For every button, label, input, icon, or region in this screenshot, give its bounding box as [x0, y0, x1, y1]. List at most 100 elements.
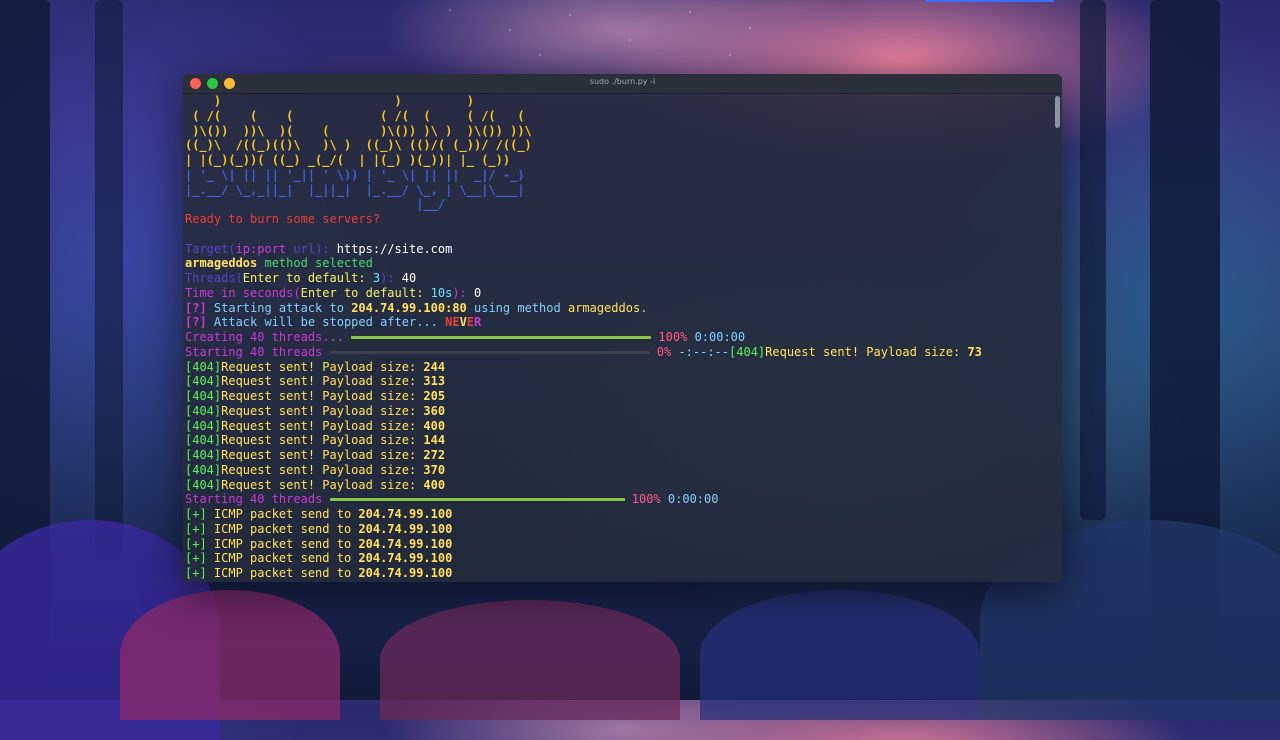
starting-attack-line: [?] Starting attack to 204.74.99.100:80 … [185, 301, 1052, 316]
foliage [700, 590, 980, 720]
icmp-target: 204.74.99.100 [358, 536, 453, 551]
payload-size: 272 [423, 448, 446, 462]
status-text: . [640, 300, 648, 315]
method-line: armageddos method selected [185, 256, 1052, 271]
response-message: Request sent! Payload size: [221, 374, 424, 389]
prompt-label: Threads( [185, 271, 243, 285]
stop-line: [?] Attack will be stopped after... NEVE… [185, 315, 1052, 330]
status-tag: [?] [185, 300, 207, 315]
payload-size: 400 [423, 418, 446, 433]
never-text: R [474, 315, 482, 330]
request-line: [404]Request sent! Payload size: 360 [185, 404, 1052, 419]
status-tag: [+] [185, 536, 207, 551]
request-line: [404]Request sent! Payload size: 370 [185, 463, 1052, 478]
request-line: [404]Request sent! Payload size: 144 [185, 433, 1052, 448]
icmp-line: [+] ICMP packet send to 204.74.99.100 [185, 566, 1052, 581]
response-message: Request sent! Payload size: [221, 462, 424, 477]
response-message: Request sent! Payload size: [221, 477, 424, 492]
prompt-hint: Enter to default: [300, 285, 431, 300]
attack-method: armageddos [567, 300, 641, 315]
ascii-art-line: | '_ \| || || '_|| ' \)) | '_ \| || || _… [185, 167, 525, 182]
time-prompt: Time in seconds(Enter to default: 10s): … [185, 286, 1052, 301]
wallpaper-stars [430, 0, 790, 70]
progress-percent: 100% [658, 330, 688, 344]
response-message: Request sent! Payload size: [221, 433, 424, 448]
progress-bar [329, 350, 650, 354]
icmp-line: [+] ICMP packet send to 204.74.99.100 [185, 537, 1052, 552]
ascii-art-line: |__/ [185, 197, 446, 212]
tree-trunk [1080, 0, 1106, 520]
prompt-hint: ip:port [235, 241, 287, 256]
ascii-art-line: )\()) ))\ )( ( )\()) )\ ) )\()) ))\ [185, 123, 532, 138]
payload-size: 144 [423, 433, 446, 448]
scrollbar-thumb[interactable] [1055, 96, 1060, 128]
icmp-line: [+] ICMP packet send to 204.74.99.100 [185, 507, 1052, 522]
never-text: V [459, 315, 467, 330]
request-line: [404]Request sent! Payload size: 400 [185, 478, 1052, 493]
target-value: https://site.com [336, 241, 453, 256]
progress-bar [351, 336, 652, 339]
icmp-target: 204.74.99.100 [358, 521, 453, 536]
icmp-target: 204.74.99.100 [358, 507, 453, 521]
icmp-message: ICMP packet send to [206, 521, 359, 536]
status-text: Attack will be stopped after... [206, 315, 446, 330]
threads-prompt: Threads(Enter to default: 3): 40 [185, 271, 1052, 286]
status-tag: [+] [185, 566, 207, 580]
response-tag: [404] [185, 462, 222, 477]
top-accent-line [926, 0, 1054, 2]
response-message: Request sent! Payload size: [221, 448, 424, 462]
request-line: [404]Request sent! Payload size: 272 [185, 448, 1052, 463]
response-tag: [404] [185, 448, 222, 462]
target-prompt: Target(ip:port url): https://site.com [185, 242, 1052, 257]
never-text: E [466, 315, 475, 330]
status-tag: [?] [185, 315, 207, 330]
payload-size: 370 [423, 462, 446, 477]
terminal-window[interactable]: sudo ./burn.py -i ) ) ) ( /( ( ( ( /( ( … [183, 74, 1062, 582]
prompt-label: Time in seconds( [185, 285, 301, 300]
icmp-message: ICMP packet send to [206, 507, 359, 521]
progress-label: Starting 40 threads [185, 492, 323, 507]
prompt-hint: url [286, 241, 316, 256]
response-message: Request sent! Payload size: [765, 344, 968, 359]
prompt-label: ): [380, 271, 402, 285]
response-tag: [404] [729, 344, 766, 359]
response-tag: [404] [185, 433, 222, 448]
status-tag: [+] [185, 507, 207, 521]
response-tag: [404] [185, 403, 222, 418]
progress-label: Starting 40 threads [185, 344, 323, 359]
response-tag: [404] [185, 359, 222, 374]
response-tag: [404] [185, 477, 222, 492]
foliage [380, 600, 680, 720]
terminal-output[interactable]: ) ) ) ( /( ( ( ( /( ( ( /( ( )\()) ))\ )… [185, 94, 1052, 582]
payload-size: 205 [423, 389, 446, 403]
method-suffix: method selected [257, 256, 373, 271]
payload-size: 244 [423, 359, 446, 374]
attack-target: 204.74.99.100:80 [351, 300, 467, 315]
response-message: Request sent! Payload size: [221, 418, 424, 433]
icmp-target: 204.74.99.100 [358, 551, 453, 566]
progress-percent: 100% [631, 492, 661, 507]
method-name: armageddos [185, 256, 258, 271]
icmp-message: ICMP packet send to [206, 566, 359, 580]
prompt-label: ): [452, 285, 475, 300]
title-bar[interactable]: sudo ./burn.py -i [183, 74, 1062, 94]
payload-size: 73 [967, 344, 982, 359]
icmp-line: [+] ICMP packet send to 204.74.99.100 [185, 551, 1052, 566]
prompt-default: 3 [372, 271, 381, 285]
time-value: 0 [474, 285, 482, 300]
progress-time: -:--:-- [678, 344, 730, 359]
ascii-art-line: ((_)\ /((_)(()\ )\ ) ((_)\ (()/( (_))/ /… [185, 138, 532, 153]
status-text: Starting attack to [206, 300, 352, 315]
icmp-target: 204.74.99.100 [358, 566, 453, 580]
ascii-art-line: ) ) ) [185, 94, 474, 108]
ascii-art-line: | |(_)(_))( ((_) _(_/( | |(_) )(_))| |_ … [185, 153, 511, 167]
request-line: [404]Request sent! Payload size: 244 [185, 360, 1052, 375]
progress-time: 0:00:00 [694, 330, 746, 344]
request-line: [404]Request sent! Payload size: 400 [185, 419, 1052, 434]
progress-bar [329, 498, 625, 502]
prompt-label: Target( [185, 241, 236, 256]
progress-label: Creating 40 threads... [185, 330, 344, 344]
ready-message: Ready to burn some servers? [185, 212, 381, 226]
icmp-message: ICMP packet send to [206, 536, 359, 551]
